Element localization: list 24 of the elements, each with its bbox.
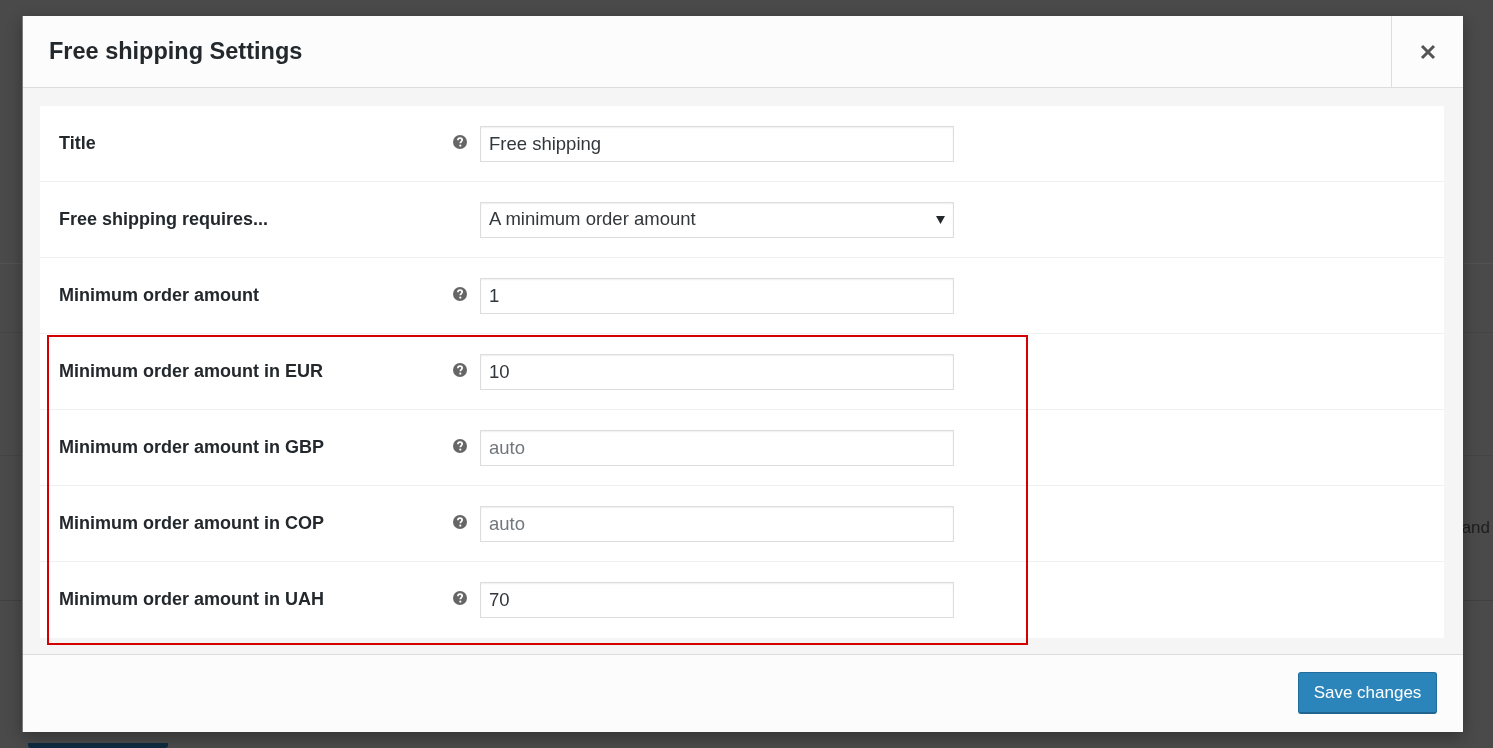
help-icon[interactable] bbox=[453, 438, 467, 453]
help-icon[interactable] bbox=[453, 591, 467, 605]
text-field[interactable]: auto bbox=[480, 505, 954, 542]
field-label: Minimum order amount in UAH bbox=[59, 589, 324, 609]
text-field[interactable]: Free shipping bbox=[480, 125, 954, 162]
select-field[interactable]: A minimum order amount bbox=[480, 201, 954, 238]
dialog-title: Free shipping Settings bbox=[49, 37, 303, 66]
help-icon[interactable] bbox=[453, 286, 467, 301]
text-field[interactable]: auto bbox=[480, 429, 954, 466]
text-field[interactable]: 10 bbox=[480, 353, 954, 390]
caret-icon bbox=[936, 215, 945, 224]
close-icon bbox=[1419, 43, 1436, 60]
field-label: Minimum order amount in COP bbox=[59, 512, 324, 533]
field-label: Minimum order amount in GBP bbox=[59, 436, 324, 457]
field-label: Title bbox=[59, 132, 96, 153]
field-label: Minimum order amount bbox=[59, 284, 259, 305]
field-label: Free shipping requires... bbox=[59, 208, 269, 229]
help-icon[interactable] bbox=[453, 362, 467, 377]
text-field[interactable]: 70 bbox=[480, 582, 954, 618]
save-button[interactable]: Save changes bbox=[1298, 672, 1437, 714]
field-label: Minimum order amount in EUR bbox=[59, 360, 323, 381]
help-icon[interactable] bbox=[453, 134, 467, 149]
text-field[interactable]: 1 bbox=[480, 277, 954, 314]
help-icon[interactable] bbox=[453, 514, 467, 529]
